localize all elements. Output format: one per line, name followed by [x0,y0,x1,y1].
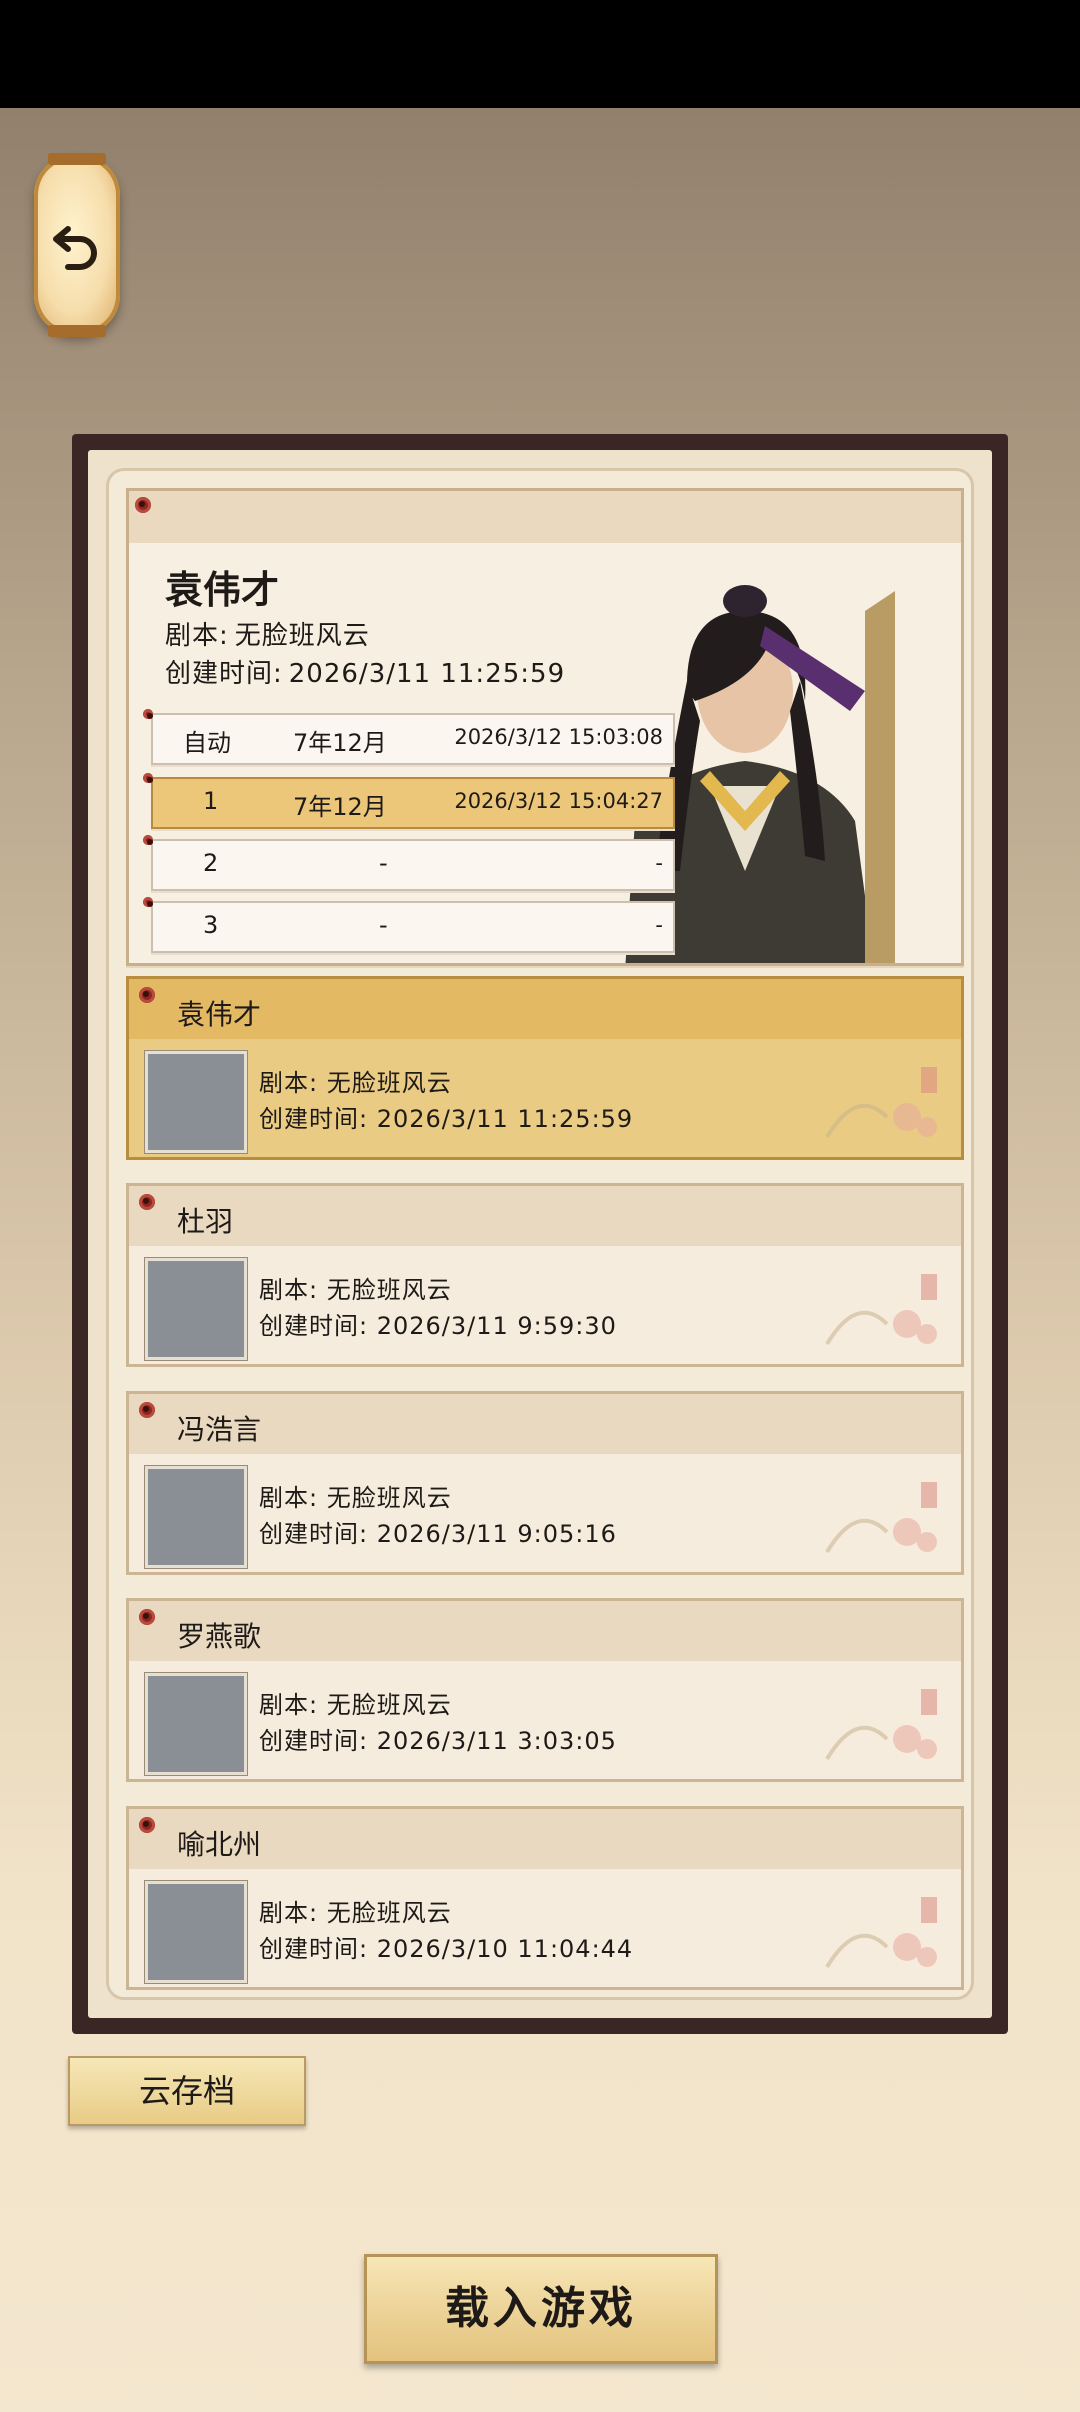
save-script: 剧本: 无脸班风云 [259,1069,452,1097]
pin-icon [139,1609,155,1625]
flower-decoration-icon [825,1482,937,1554]
save-card[interactable]: 杜羽 剧本: 无脸班风云 创建时间: 2026/3/11 9:59:30 [126,1183,964,1367]
save-script: 剧本: 无脸班风云 [259,1899,452,1927]
save-created: 创建时间: 2026/3/11 3:03:05 [259,1727,617,1755]
save-name: 袁伟才 [177,998,262,1031]
back-button[interactable] [34,153,120,337]
save-created: 创建时间: 2026/3/11 9:59:30 [259,1312,617,1340]
slot-auto[interactable]: 自动 7年12月 2026/3/12 15:03:08 [143,709,675,765]
avatar [145,1258,247,1360]
pin-icon [143,773,153,783]
avatar [145,1051,247,1153]
slot-1[interactable]: 1 7年12月 2026/3/12 15:04:27 [143,773,675,829]
slot-2[interactable]: 2 - - [143,835,675,891]
character-name: 袁伟才 [165,568,280,612]
pin-icon [139,1194,155,1210]
undo-arrow-icon [53,226,97,270]
load-game-button[interactable]: 载入游戏 [364,2254,718,2364]
pin-icon [139,1402,155,1418]
cloud-save-button[interactable]: 云存档 [68,2056,306,2126]
pin-icon [135,497,151,513]
pin-icon [139,987,155,1003]
avatar [145,1673,247,1775]
flower-decoration-icon [825,1689,937,1761]
save-card[interactable]: 袁伟才 剧本: 无脸班风云 创建时间: 2026/3/11 11:25:59 [126,976,964,1160]
save-script: 剧本: 无脸班风云 [259,1484,452,1512]
status-bar [0,0,1080,108]
save-card[interactable]: 喻北州 剧本: 无脸班风云 创建时间: 2026/3/10 11:04:44 [126,1806,964,1990]
pin-icon [139,1817,155,1833]
save-name: 罗燕歌 [177,1620,262,1653]
pin-icon [143,835,153,845]
pin-icon [143,709,153,719]
save-card[interactable]: 冯浩言 剧本: 无脸班风云 创建时间: 2026/3/11 9:05:16 [126,1391,964,1575]
selected-save-detail: 袁伟才 剧本: 无脸班风云 创建时间: 2026/3/11 11:25:59 自动 … [126,488,964,966]
created-line: 创建时间: 2026/3/11 11:25:59 [165,659,566,689]
slot-3[interactable]: 3 - - [143,897,675,953]
save-created: 创建时间: 2026/3/10 11:04:44 [259,1935,634,1963]
flower-decoration-icon [825,1897,937,1969]
flower-decoration-icon [825,1067,937,1139]
save-created: 创建时间: 2026/3/11 9:05:16 [259,1520,617,1548]
flower-decoration-icon [825,1274,937,1346]
save-script: 剧本: 无脸班风云 [259,1276,452,1304]
avatar [145,1466,247,1568]
script-line: 剧本: 无脸班风云 [165,621,370,651]
avatar [145,1881,247,1983]
save-script: 剧本: 无脸班风云 [259,1691,452,1719]
save-name: 喻北州 [177,1828,262,1861]
pin-icon [143,897,153,907]
save-name: 杜羽 [177,1205,234,1238]
save-card[interactable]: 罗燕歌 剧本: 无脸班风云 创建时间: 2026/3/11 3:03:05 [126,1598,964,1782]
save-name: 冯浩言 [177,1413,262,1446]
save-created: 创建时间: 2026/3/11 11:25:59 [259,1105,634,1133]
